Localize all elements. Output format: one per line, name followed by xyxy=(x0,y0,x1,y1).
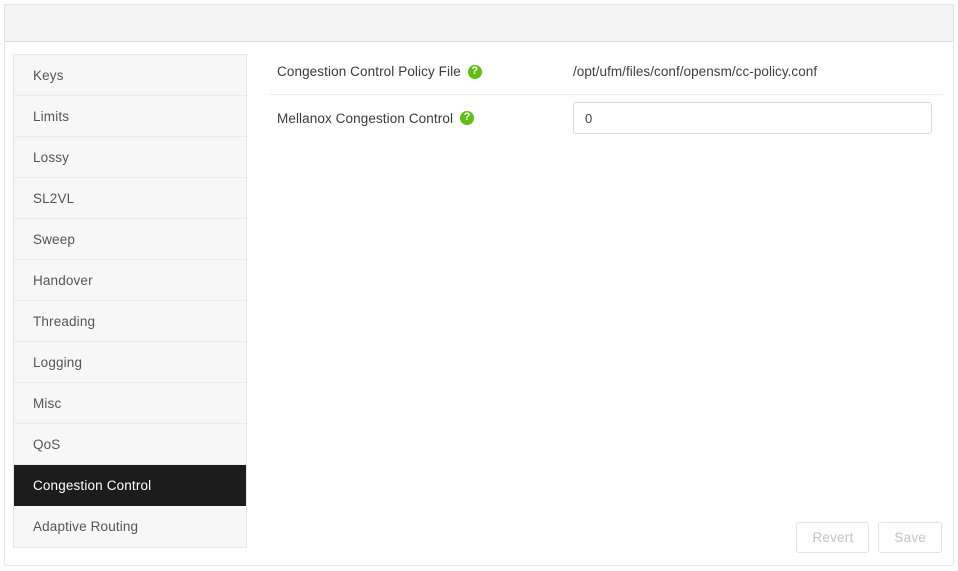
field-label-text: Congestion Control Policy File xyxy=(277,64,461,79)
sidebar-item-congestion-control[interactable]: Congestion Control xyxy=(14,465,246,506)
sidebar-item-sweep[interactable]: Sweep xyxy=(14,219,246,260)
content-panel: Keys Limits Lossy SL2VL Sweep Handover T… xyxy=(4,43,954,566)
sidebar-item-label: Keys xyxy=(33,68,64,83)
sidebar-item-label: Limits xyxy=(33,109,70,124)
sidebar-item-label: Adaptive Routing xyxy=(33,519,139,534)
save-button[interactable]: Save xyxy=(878,522,942,553)
sidebar-item-limits[interactable]: Limits xyxy=(14,96,246,137)
sidebar-item-label: Handover xyxy=(33,273,93,288)
sidebar-item-label: Sweep xyxy=(33,232,76,247)
top-header-bar xyxy=(4,4,954,42)
sidebar-item-keys[interactable]: Keys xyxy=(14,55,246,96)
sidebar-item-qos[interactable]: QoS xyxy=(14,424,246,465)
form-row-mellanox-congestion-control: Mellanox Congestion Control ? xyxy=(269,95,943,141)
help-circle-icon[interactable]: ? xyxy=(467,64,482,79)
sidebar-item-sl2vl[interactable]: SL2VL xyxy=(14,178,246,219)
sidebar-item-lossy[interactable]: Lossy xyxy=(14,137,246,178)
mellanox-congestion-control-input[interactable] xyxy=(573,102,932,134)
settings-sidebar: Keys Limits Lossy SL2VL Sweep Handover T… xyxy=(13,54,247,548)
help-glyph: ? xyxy=(471,64,479,77)
field-label-text: Mellanox Congestion Control xyxy=(277,110,454,126)
form-row-congestion-control-policy-file: Congestion Control Policy File ? /opt/uf… xyxy=(269,49,943,95)
sidebar-item-handover[interactable]: Handover xyxy=(14,260,246,301)
field-label-congestion-control-policy-file: Congestion Control Policy File ? xyxy=(277,64,569,79)
sidebar-item-label: Misc xyxy=(33,396,62,411)
sidebar-item-label: Threading xyxy=(33,314,96,329)
sidebar-item-label: Lossy xyxy=(33,150,70,165)
revert-button[interactable]: Revert xyxy=(796,522,870,553)
help-glyph: ? xyxy=(463,111,471,123)
field-value-congestion-control-policy-file: /opt/ufm/files/conf/opensm/cc-policy.con… xyxy=(573,64,818,79)
sidebar-item-misc[interactable]: Misc xyxy=(14,383,246,424)
sidebar-item-label: SL2VL xyxy=(33,191,75,206)
footer-actions: Revert Save xyxy=(796,522,942,553)
sidebar-item-logging[interactable]: Logging xyxy=(14,342,246,383)
sidebar-item-adaptive-routing[interactable]: Adaptive Routing xyxy=(14,506,246,547)
sidebar-item-label: Logging xyxy=(33,355,83,370)
field-label-mellanox-congestion-control: Mellanox Congestion Control ? xyxy=(277,111,569,126)
sidebar-item-threading[interactable]: Threading xyxy=(14,301,246,342)
sidebar-item-label: QoS xyxy=(33,437,61,452)
sidebar-item-label: Congestion Control xyxy=(33,478,152,493)
settings-form: Congestion Control Policy File ? /opt/uf… xyxy=(269,49,943,557)
help-circle-icon[interactable]: ? xyxy=(460,111,475,125)
